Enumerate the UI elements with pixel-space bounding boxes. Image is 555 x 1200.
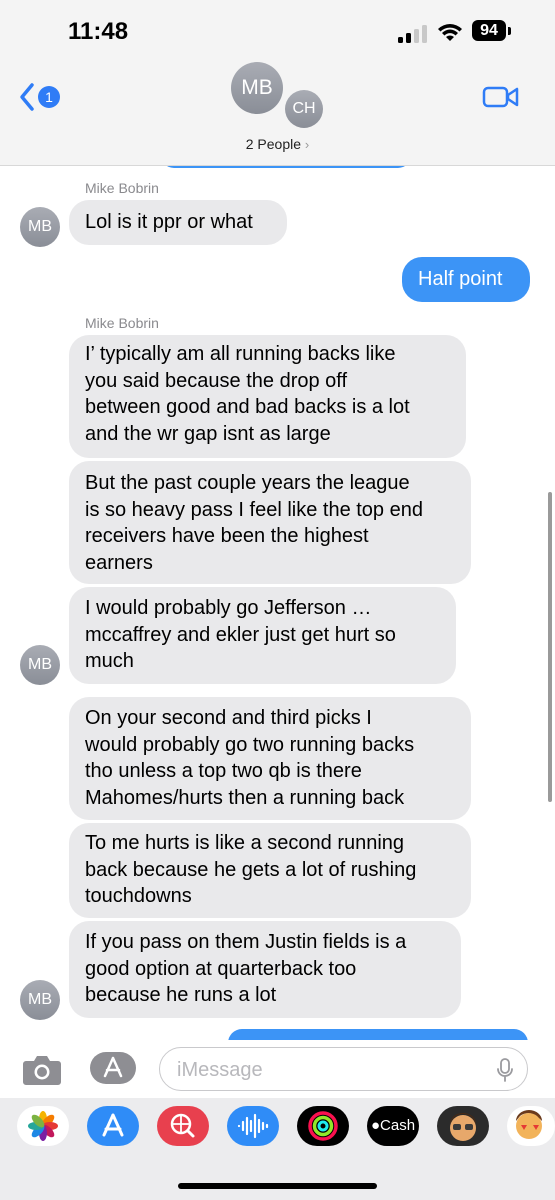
message-avatar[interactable]: MB [20,645,60,685]
incoming-message[interactable]: Lol is it ppr or what [69,200,287,245]
stickers-app-icon[interactable] [507,1106,555,1146]
home-indicator[interactable] [178,1183,377,1189]
memoji-app-icon[interactable] [437,1106,489,1146]
app-store-glyph [102,1113,124,1137]
app-store-icon [103,1056,123,1078]
photos-flower-glyph [28,1111,58,1141]
chevron-right-icon: › [304,137,310,152]
app-store-drawer-button[interactable] [90,1052,136,1084]
battery-tip [508,27,511,35]
audio-message-app-icon[interactable] [227,1106,279,1146]
activity-rings-glyph [308,1111,338,1141]
incoming-message[interactable]: I’ typically am all running backs like y… [69,335,466,458]
people-count-label: 2 People [245,136,302,152]
fitness-app-icon[interactable] [297,1106,349,1146]
facetime-video-icon[interactable] [482,84,520,110]
sender-name: Mike Bobrin [85,180,159,196]
incoming-message[interactable]: On your second and third picks I would p… [69,697,471,820]
status-time: 11:48 [68,18,129,45]
group-details-link[interactable]: 2 People › [200,136,355,152]
globe-search-glyph [170,1113,195,1138]
battery-level: 94 [472,20,506,41]
incoming-message[interactable]: To me hurts is like a second running bac… [69,823,471,918]
back-button[interactable]: 1 [18,80,66,116]
chevron-left-icon [20,83,34,111]
message-avatar[interactable]: MB [20,207,60,247]
scrollbar[interactable] [548,492,552,802]
contact-avatar-ch[interactable]: CH [285,90,323,128]
incoming-message[interactable]: I would probably go Jefferson … mccaffre… [69,587,456,684]
microphone-icon[interactable] [497,1058,513,1082]
apple-logo-icon: ● [370,1117,381,1134]
message-input-placeholder: iMessage [177,1059,263,1081]
cellular-signal-icon [398,25,428,43]
app-store-app-icon[interactable] [87,1106,139,1146]
unread-count-badge: 1 [38,86,60,108]
outgoing-message[interactable]: Half point [402,257,530,302]
wifi-icon [438,24,462,41]
camera-icon[interactable] [22,1052,62,1086]
message-input[interactable]: iMessage [159,1047,528,1091]
memoji-stickers-glyph [516,1110,542,1139]
waveform-glyph [237,1113,269,1139]
incoming-message[interactable]: But the past couple years the league is … [69,461,471,584]
apple-cash-app-icon[interactable]: ●Cash [367,1106,419,1146]
conversation-header: 11:48 94 1 MB CH 2 People › [0,0,555,166]
contact-avatar-mb[interactable]: MB [231,62,283,114]
message-avatar[interactable]: MB [20,980,60,1020]
incoming-message[interactable]: If you pass on them Justin fields is a g… [69,921,461,1018]
sender-name: Mike Bobrin [85,315,159,331]
photos-app-icon[interactable] [17,1106,69,1146]
search-images-app-icon[interactable] [157,1106,209,1146]
memoji-glyph [450,1113,476,1141]
cash-label: Cash [380,1117,416,1134]
